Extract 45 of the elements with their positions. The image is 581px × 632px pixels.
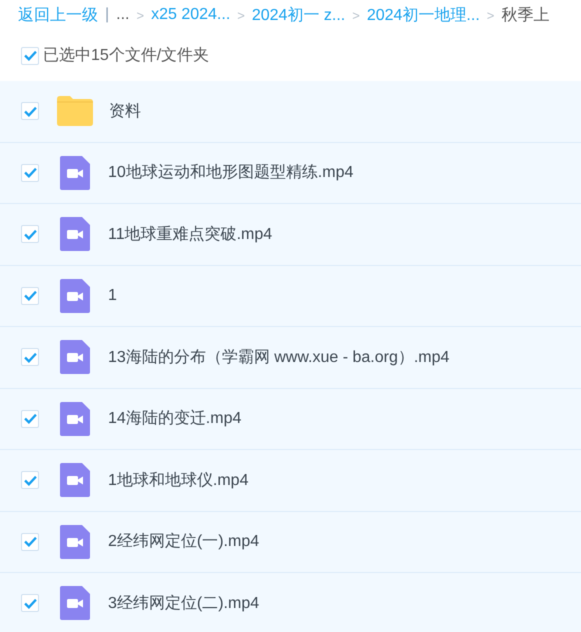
breadcrumb-separator: > (486, 8, 494, 22)
file-name: 1 (108, 286, 117, 305)
breadcrumb-separator: > (237, 8, 245, 22)
file-row[interactable]: 11地球重难点突破.mp4 (0, 204, 581, 266)
file-row[interactable]: 10地球运动和地形图题型精练.mp4 (0, 142, 581, 204)
video-file-icon (60, 524, 90, 559)
file-name: 13海陆的分布（学霸网 www.xue - ba.org）.mp4 (108, 348, 450, 368)
file-name: 资料 (109, 102, 141, 122)
folder-icon (57, 96, 93, 126)
file-checkbox[interactable] (21, 471, 39, 490)
file-checkbox[interactable] (21, 164, 39, 182)
breadcrumb-ellipsis[interactable]: ... (116, 6, 130, 24)
file-checkbox[interactable] (21, 348, 39, 366)
video-file-icon (60, 217, 90, 252)
video-file-icon (60, 340, 90, 374)
file-name: 14海陆的变迁.mp4 (108, 408, 242, 430)
breadcrumb-divider: | (105, 6, 110, 24)
file-checkbox[interactable] (21, 286, 39, 305)
video-file-icon (60, 463, 90, 498)
file-row[interactable]: 13海陆的分布（学霸网 www.xue - ba.org）.mp4 (0, 327, 581, 388)
file-checkbox[interactable] (21, 102, 39, 120)
selection-count: 已选中15个文件/文件夹 (43, 46, 210, 66)
video-file-icon (60, 402, 90, 436)
video-file-icon (60, 156, 90, 190)
file-checkbox[interactable] (21, 532, 39, 551)
breadcrumb-separator: > (136, 8, 144, 22)
video-file-icon (60, 586, 90, 620)
select-all-checkbox[interactable] (21, 46, 39, 64)
file-name: 11地球重难点突破.mp4 (108, 224, 272, 245)
file-checkbox[interactable] (21, 594, 39, 612)
file-checkbox[interactable] (21, 410, 39, 428)
file-checkbox[interactable] (21, 225, 39, 244)
file-row[interactable]: 资料 (0, 81, 581, 142)
current-folder: 秋季上 (501, 6, 550, 26)
file-name: 10地球运动和地形图题型精练.mp4 (108, 162, 354, 184)
file-row[interactable]: 14海陆的变迁.mp4 (0, 388, 581, 450)
file-name: 2经纬网定位(一).mp4 (108, 532, 260, 552)
file-row[interactable]: 3经纬网定位(二).mp4 (0, 573, 581, 632)
video-file-icon (60, 278, 90, 313)
file-row[interactable]: 2经纬网定位(一).mp4 (0, 512, 581, 573)
breadcrumb-separator: > (352, 8, 360, 22)
file-row[interactable]: 1地球和地球仪.mp4 (0, 450, 581, 512)
file-name: 3经纬网定位(二).mp4 (108, 594, 260, 614)
file-row[interactable]: 1 (0, 266, 581, 327)
file-name: 1地球和地球仪.mp4 (108, 470, 248, 491)
